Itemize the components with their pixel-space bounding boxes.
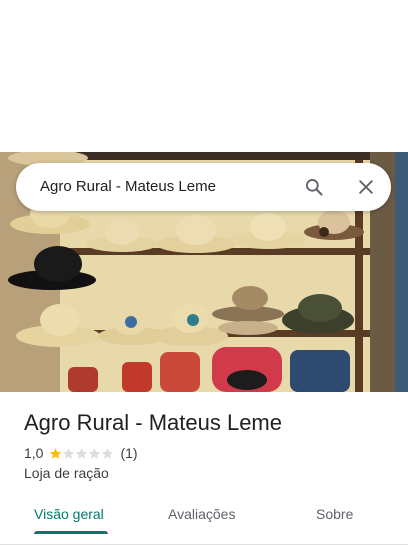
rating-value: 1,0 bbox=[24, 445, 44, 461]
place-tabs: Visão geral Avaliações Sobre bbox=[0, 496, 408, 545]
place-category[interactable]: Loja de ração bbox=[24, 465, 109, 481]
star-rating bbox=[49, 447, 114, 460]
search-bar[interactable]: Agro Rural - Mateus Leme bbox=[16, 163, 391, 211]
rating-row[interactable]: 1,0 (1) bbox=[24, 445, 138, 461]
tab-about[interactable]: Sobre bbox=[316, 506, 353, 522]
tab-reviews[interactable]: Avaliações bbox=[168, 506, 235, 522]
active-tab-indicator bbox=[34, 531, 108, 534]
close-icon[interactable] bbox=[356, 177, 376, 197]
star-empty-icon bbox=[89, 447, 101, 459]
search-icon[interactable] bbox=[304, 177, 324, 197]
star-empty-icon bbox=[63, 447, 75, 459]
star-empty-icon bbox=[76, 447, 88, 459]
place-title: Agro Rural - Mateus Leme bbox=[24, 410, 282, 435]
search-input[interactable]: Agro Rural - Mateus Leme bbox=[40, 178, 216, 195]
star-filled-icon bbox=[50, 447, 62, 459]
star-empty-icon bbox=[102, 447, 114, 459]
review-count[interactable]: (1) bbox=[120, 445, 137, 461]
tab-overview[interactable]: Visão geral bbox=[34, 506, 104, 522]
